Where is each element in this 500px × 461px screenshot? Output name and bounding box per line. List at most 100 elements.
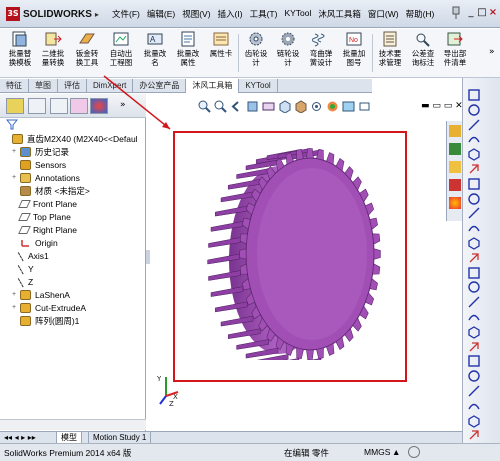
tolerance-query-button[interactable]: 公差查 询标注 — [408, 31, 438, 76]
home-icon[interactable] — [449, 125, 461, 137]
tech-requirement-button[interactable]: 技术要 求管理 — [375, 31, 405, 76]
horizontal-scrollbar[interactable] — [0, 419, 146, 430]
batch-replace-template-button[interactable]: 批量替 换模板 — [5, 31, 35, 76]
line-icon[interactable] — [467, 118, 481, 132]
spring-design-button[interactable]: 弯曲弹 簧设计 — [306, 31, 336, 76]
tree-node[interactable]: Top Plane — [4, 210, 71, 223]
units-dropdown-icon[interactable]: ▲ — [392, 447, 400, 457]
edit-appearance-icon[interactable] — [326, 100, 339, 113]
sprocket-design-button[interactable]: 链轮设计 — [273, 31, 303, 76]
move-icon[interactable] — [467, 354, 481, 368]
ellipse-icon[interactable] — [467, 221, 481, 235]
minimize-button[interactable]: _ — [466, 6, 476, 20]
menu-file[interactable]: 文件(F) — [112, 8, 140, 20]
view-window-controls[interactable]: ▬ ▭ ▭ ✕ — [421, 101, 463, 111]
solidworks-logo[interactable]: 3S SOLIDWORKS ▸ — [6, 6, 99, 22]
export-bom-button[interactable]: 导出部 件清单 — [440, 31, 470, 76]
tab-kytool[interactable]: KYTool — [239, 79, 278, 93]
tree-node[interactable]: + 历史记录 — [4, 145, 69, 158]
tree-node[interactable]: Sensors — [4, 158, 66, 171]
batch-property-button[interactable]: 批量改 属性 — [173, 31, 203, 76]
slot-icon[interactable] — [467, 147, 481, 161]
menu-help[interactable]: 帮助(H) — [406, 8, 435, 20]
tree-node[interactable]: + Annotations — [4, 171, 80, 184]
feature-tree-tab-icon[interactable] — [6, 98, 24, 114]
toolbar-expand-icon[interactable]: » — [489, 47, 495, 57]
panel-collapse-handle[interactable] — [146, 250, 150, 264]
file-explorer-icon[interactable] — [449, 161, 461, 173]
expand-toggle-icon[interactable]: + — [12, 148, 20, 155]
menu-insert[interactable]: 插入(I) — [218, 8, 243, 20]
tree-node[interactable]: 材质 <未指定> — [4, 184, 90, 197]
tree-node[interactable]: Z — [4, 275, 33, 288]
zoom-to-fit-icon[interactable] — [198, 100, 211, 113]
quick-snaps-icon[interactable] — [467, 399, 481, 413]
filter-icon[interactable] — [6, 119, 18, 130]
panel-expand-icon[interactable]: » — [120, 100, 126, 110]
apply-scene-icon[interactable] — [342, 100, 355, 113]
expand-toggle-icon[interactable]: + — [12, 291, 20, 298]
repair-icon[interactable] — [467, 384, 481, 398]
tree-node[interactable]: 直齿M2X40 (M2X40<<Defaul — [4, 132, 138, 145]
pattern-icon[interactable] — [467, 340, 481, 354]
pin-icon[interactable] — [449, 6, 463, 20]
tree-node[interactable]: Y — [4, 262, 34, 275]
text-icon[interactable] — [467, 266, 481, 280]
tab-office-products[interactable]: 办公室产品 — [133, 79, 187, 93]
view-settings-icon[interactable] — [358, 100, 371, 113]
display-manager-tab-icon[interactable] — [90, 98, 108, 114]
polygon-icon[interactable] — [467, 192, 481, 206]
previous-view-icon[interactable] — [230, 100, 243, 113]
hide-show-items-icon[interactable] — [310, 100, 323, 113]
menu-mufeng[interactable]: 沐风工具箱 — [318, 8, 361, 20]
batch-rename-button[interactable]: A 批量改名 — [140, 31, 170, 76]
tab-sketch[interactable]: 草图 — [29, 79, 58, 93]
sketch-icon[interactable] — [467, 88, 481, 102]
logo-dropdown-icon[interactable]: ▸ — [95, 10, 99, 19]
view-palette-icon[interactable] — [449, 179, 461, 191]
tab-dimxpert[interactable]: DimXpert — [87, 79, 134, 93]
fillet-icon[interactable] — [467, 236, 481, 250]
display-style-icon[interactable] — [294, 100, 307, 113]
relation-icon[interactable] — [467, 369, 481, 383]
rapid-sketch-icon[interactable] — [467, 414, 481, 428]
gear-design-button[interactable]: 齿轮设计 — [241, 31, 271, 76]
trim-icon[interactable] — [467, 280, 481, 294]
tab-features[interactable]: 特征 — [0, 79, 29, 93]
status-units[interactable]: MMGS — [364, 447, 390, 457]
sheetmetal-convert-button[interactable]: 钣金转 换工具 — [72, 31, 102, 76]
expand-toggle-icon[interactable]: + — [12, 304, 20, 311]
expand-toggle-icon[interactable]: + — [12, 174, 20, 181]
tree-node[interactable]: Axis1 — [4, 249, 49, 262]
tab-nav-arrows[interactable]: ◂◂ ◂ ▸ ▸▸ — [4, 433, 36, 442]
view-orientation-icon[interactable] — [278, 100, 291, 113]
tree-node[interactable]: + Cut-ExtrudeA — [4, 301, 86, 314]
property-card-button[interactable]: 属性卡 — [206, 31, 236, 76]
smart-dimension-icon[interactable] — [467, 103, 481, 117]
tab-mufeng-toolbox[interactable]: 沐风工具箱 — [186, 79, 240, 93]
tab-evaluate[interactable]: 评估 — [58, 79, 87, 93]
menu-view[interactable]: 视图(V) — [182, 8, 210, 20]
2d-batch-convert-button[interactable]: 二维批 量转换 — [38, 31, 68, 76]
tree-node[interactable]: Origin — [4, 236, 58, 249]
mirror-icon[interactable] — [467, 325, 481, 339]
auto-drawing-button[interactable]: 自动出 工程图 — [106, 31, 136, 76]
dimxpert-tab-icon[interactable] — [70, 98, 88, 114]
point-icon[interactable] — [467, 251, 481, 265]
batch-add-drawing-number-button[interactable]: No 批量加 图号 — [339, 31, 369, 76]
tree-node[interactable]: Front Plane — [4, 197, 77, 210]
menu-kytool[interactable]: KYTool — [284, 8, 311, 20]
tree-node[interactable]: 阵列(圆周)1 — [4, 314, 79, 327]
close-button[interactable]: × — [488, 6, 498, 20]
configuration-tab-icon[interactable] — [50, 98, 68, 114]
zoom-area-icon[interactable] — [214, 100, 227, 113]
property-manager-tab-icon[interactable] — [28, 98, 46, 114]
offset-icon[interactable] — [467, 310, 481, 324]
instant2d-icon[interactable] — [467, 428, 481, 442]
convert-entities-icon[interactable] — [467, 295, 481, 309]
design-library-icon[interactable] — [449, 143, 461, 155]
tree-node[interactable]: Right Plane — [4, 223, 77, 236]
section-view-icon[interactable] — [246, 100, 259, 113]
restore-button[interactable]: □ — [477, 6, 487, 20]
menu-window[interactable]: 窗口(W) — [368, 8, 399, 20]
